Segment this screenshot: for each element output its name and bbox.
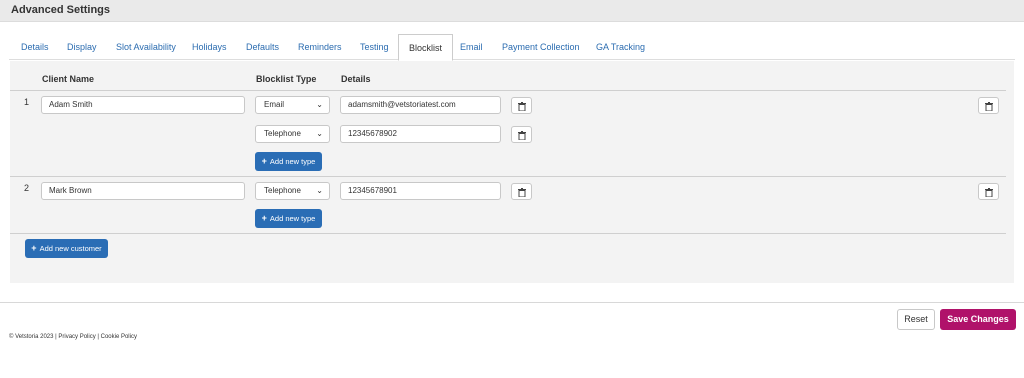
client-name-input[interactable]: Adam Smith [41,96,245,114]
row-divider [10,233,1006,234]
blocklist-type-select[interactable]: Telephone ⌄ [255,125,330,143]
details-input[interactable]: 12345678902 [340,125,501,143]
tab-holidays[interactable]: Holidays [192,34,227,60]
footer-separator: | [97,334,99,340]
add-new-type-button[interactable]: + Add new type [255,209,322,228]
details-header: Details [341,74,371,84]
button-label: Add new type [269,214,316,223]
actions-divider [0,302,1024,303]
client-name-input[interactable]: Mark Brown [41,182,245,200]
footer-separator: | [55,334,57,340]
header-divider [10,90,1006,91]
select-value: Telephone [264,186,301,195]
delete-customer-button[interactable] [978,183,999,200]
blocklist-type-select[interactable]: Telephone ⌄ [255,182,330,200]
tab-display[interactable]: Display [67,34,97,60]
row-number: 1 [24,97,30,107]
select-value: Email [264,100,285,109]
trash-icon [985,102,993,111]
copyright-text: © Vetstoria 2023 [9,334,54,340]
tab-slot-availability[interactable]: Slot Availability [116,34,176,60]
add-new-type-button[interactable]: + Add new type [255,152,322,171]
delete-entry-button[interactable] [511,126,532,143]
tab-defaults[interactable]: Defaults [246,34,279,60]
button-label: Add new customer [39,244,102,253]
tab-blocklist[interactable]: Blocklist [398,34,454,61]
client-name-header: Client Name [42,74,95,84]
tab-bar: Details Display Slot Availability Holida… [9,34,1015,61]
delete-entry-button[interactable] [511,183,532,200]
reset-button[interactable]: Reset [897,309,935,330]
page-title: Advanced Settings [11,4,111,16]
settings-header: Advanced Settings [0,0,1024,22]
tab-reminders[interactable]: Reminders [298,34,342,60]
button-label: Add new type [269,157,316,166]
plus-icon: + [261,156,267,166]
tab-details[interactable]: Details [21,34,49,60]
save-changes-button[interactable]: Save Changes [940,309,1016,330]
trash-icon [518,102,526,111]
chevron-down-icon: ⌄ [316,100,323,109]
plus-icon: + [31,243,37,253]
chevron-down-icon: ⌄ [316,129,323,138]
row-number: 2 [24,183,30,193]
privacy-policy-link[interactable]: Privacy Policy [58,334,95,340]
tab-payment-collection[interactable]: Payment Collection [502,34,580,60]
footer: © Vetstoria 2023 | Privacy Policy | Cook… [9,334,137,340]
tab-email[interactable]: Email [460,34,483,60]
blocklist-type-header: Blocklist Type [256,74,317,84]
row-divider [10,176,1006,177]
details-input[interactable]: adamsmith@vetstoriatest.com [340,96,501,114]
select-value: Telephone [264,129,301,138]
add-new-customer-button[interactable]: + Add new customer [25,239,108,258]
cookie-policy-link[interactable]: Cookie Policy [101,334,137,340]
tab-testing[interactable]: Testing [360,34,389,60]
blocklist-panel [10,61,1014,283]
tab-ga-tracking[interactable]: GA Tracking [596,34,645,60]
chevron-down-icon: ⌄ [316,186,323,195]
trash-icon [985,188,993,197]
delete-entry-button[interactable] [511,97,532,114]
blocklist-type-select[interactable]: Email ⌄ [255,96,330,114]
details-input[interactable]: 12345678901 [340,182,501,200]
trash-icon [518,188,526,197]
delete-customer-button[interactable] [978,97,999,114]
plus-icon: + [261,213,267,223]
trash-icon [518,131,526,140]
